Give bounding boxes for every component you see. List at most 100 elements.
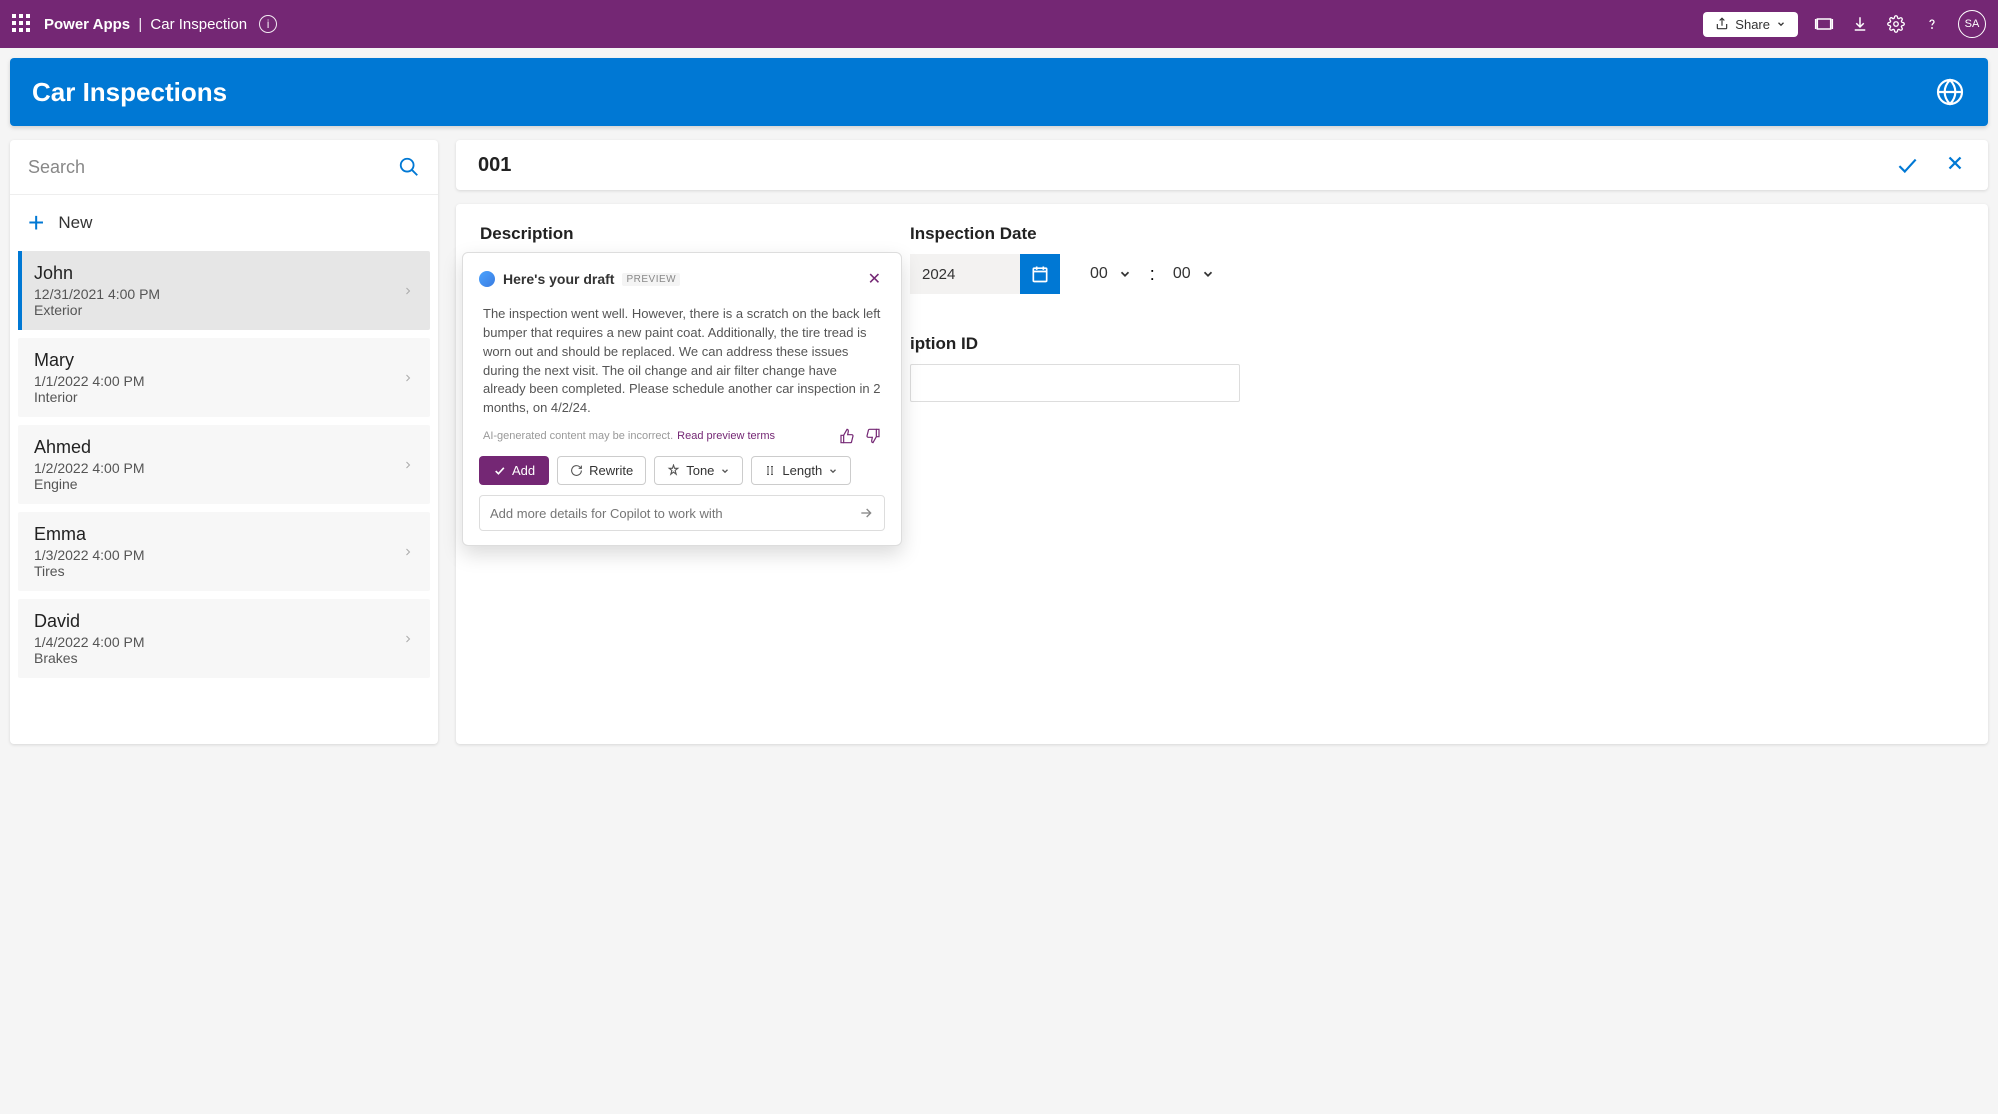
list-item-type: Tires [34,563,402,579]
chevron-right-icon [402,369,414,387]
list-item-date: 1/4/2022 4:00 PM [34,634,402,650]
list-item-type: Exterior [34,302,402,318]
list-item-date: 1/3/2022 4:00 PM [34,547,402,563]
list-item[interactable]: Mary1/1/2022 4:00 PMInterior [18,338,430,417]
thumbs-up-icon[interactable] [839,428,855,444]
list-item[interactable]: Ahmed 1/2/2022 4:00 PMEngine [18,425,430,504]
chevron-right-icon [402,456,414,474]
list-item-name: David [34,611,402,632]
tone-label: Tone [686,463,714,478]
detail-id: 001 [478,154,511,177]
detail-header: 001 [456,140,1988,190]
chevron-right-icon [402,630,414,648]
list-item[interactable]: Emma 1/3/2022 4:00 PMTires [18,512,430,591]
tone-icon [667,464,680,477]
add-label: Add [512,463,535,478]
time-separator: : [1150,264,1155,285]
share-button[interactable]: Share [1703,12,1798,37]
send-icon[interactable] [858,505,874,521]
settings-icon[interactable] [1886,14,1906,34]
check-icon [493,464,506,477]
list-item-date: 1/2/2022 4:00 PM [34,460,402,476]
date-picker-button[interactable] [1020,254,1060,294]
product-name: Power Apps [44,16,130,33]
search-input[interactable] [28,157,398,178]
chevron-down-icon [1201,267,1215,281]
submit-icon[interactable] [1894,152,1920,178]
copilot-input[interactable] [490,506,858,521]
copilot-input-row [479,495,885,531]
new-button[interactable]: + New [10,195,438,251]
copilot-title: Here's your draft [503,271,614,287]
globe-icon[interactable] [1934,76,1966,108]
left-pane: + New John12/31/2021 4:00 PMExterior Mary… [10,140,438,744]
list-item-name: Emma [34,524,402,545]
list-item-name: Mary [34,350,402,371]
chevron-down-icon [720,466,730,476]
copilot-header: Here's your draft PREVIEW ✕ [479,267,885,291]
hour-select[interactable]: 00 [1076,254,1146,294]
list-item-type: Interior [34,389,402,405]
cancel-icon[interactable] [1944,152,1966,178]
list-item-body: Mary1/1/2022 4:00 PMInterior [34,350,402,405]
plus-icon: + [28,209,44,237]
copilot-popover: Here's your draft PREVIEW ✕ The inspecti… [462,252,902,546]
detail-body: Description Inspection Date 00 [456,204,1988,744]
topbar-right: Share SA [1703,10,1986,38]
id-field-label: iption ID [910,334,1964,354]
topbar-left: Power Apps | Car Inspection i [12,14,277,34]
minute-select[interactable]: 00 [1159,254,1229,294]
length-icon [764,464,776,477]
topbar: Power Apps | Car Inspection i Share SA [0,0,1998,48]
info-icon[interactable]: i [259,15,277,33]
hour-value: 00 [1090,265,1108,283]
new-label: New [58,213,92,233]
app-name: Car Inspection [150,16,247,33]
close-icon[interactable]: ✕ [864,267,885,291]
list-item[interactable]: David 1/4/2022 4:00 PMBrakes [18,599,430,678]
chevron-right-icon [402,543,414,561]
app-area: Car Inspections + New John12/31/2021 4:0… [0,48,1998,754]
date-input[interactable] [910,254,1020,294]
app-header: Car Inspections [10,58,1988,126]
list-item[interactable]: John12/31/2021 4:00 PMExterior [18,251,430,330]
help-icon[interactable] [1922,14,1942,34]
fit-icon[interactable] [1814,14,1834,34]
refresh-icon [570,464,583,477]
disclaimer-text: AI-generated content may be incorrect. [483,430,673,442]
avatar-initials: SA [1965,18,1980,30]
preview-badge: PREVIEW [622,273,680,286]
id-field: iption ID [910,334,1964,402]
rewrite-button[interactable]: Rewrite [557,456,646,485]
chevron-down-icon [828,466,838,476]
list-item-type: Engine [34,476,402,492]
copilot-actions: Add Rewrite Tone Len [479,456,885,485]
length-button[interactable]: Length [751,456,851,485]
copilot-icon [479,271,495,287]
list-item-date: 12/31/2021 4:00 PM [34,286,402,302]
length-label: Length [782,463,822,478]
date-col: Inspection Date 00 : [910,224,1964,402]
list-item-body: John12/31/2021 4:00 PMExterior [34,263,402,318]
add-button[interactable]: Add [479,456,549,485]
chevron-down-icon [1776,19,1786,29]
list-item-body: Emma 1/3/2022 4:00 PMTires [34,524,402,579]
disclaimer-link[interactable]: Read preview terms [677,430,775,442]
list-item-name: Ahmed [34,437,402,458]
title-separator: | [138,16,142,33]
id-input[interactable] [910,364,1240,402]
copilot-disclaimer: AI-generated content may be incorrect. R… [483,428,881,444]
waffle-icon[interactable] [12,14,32,34]
search-row [10,140,438,195]
date-row: 00 : 00 [910,254,1964,294]
date-label: Inspection Date [910,224,1964,244]
chevron-right-icon [402,282,414,300]
search-icon[interactable] [398,156,420,178]
download-icon[interactable] [1850,14,1870,34]
calendar-icon [1030,264,1050,284]
tone-button[interactable]: Tone [654,456,743,485]
thumbs-down-icon[interactable] [865,428,881,444]
list-item-type: Brakes [34,650,402,666]
right-pane: 001 Description In [456,140,1988,744]
avatar[interactable]: SA [1958,10,1986,38]
